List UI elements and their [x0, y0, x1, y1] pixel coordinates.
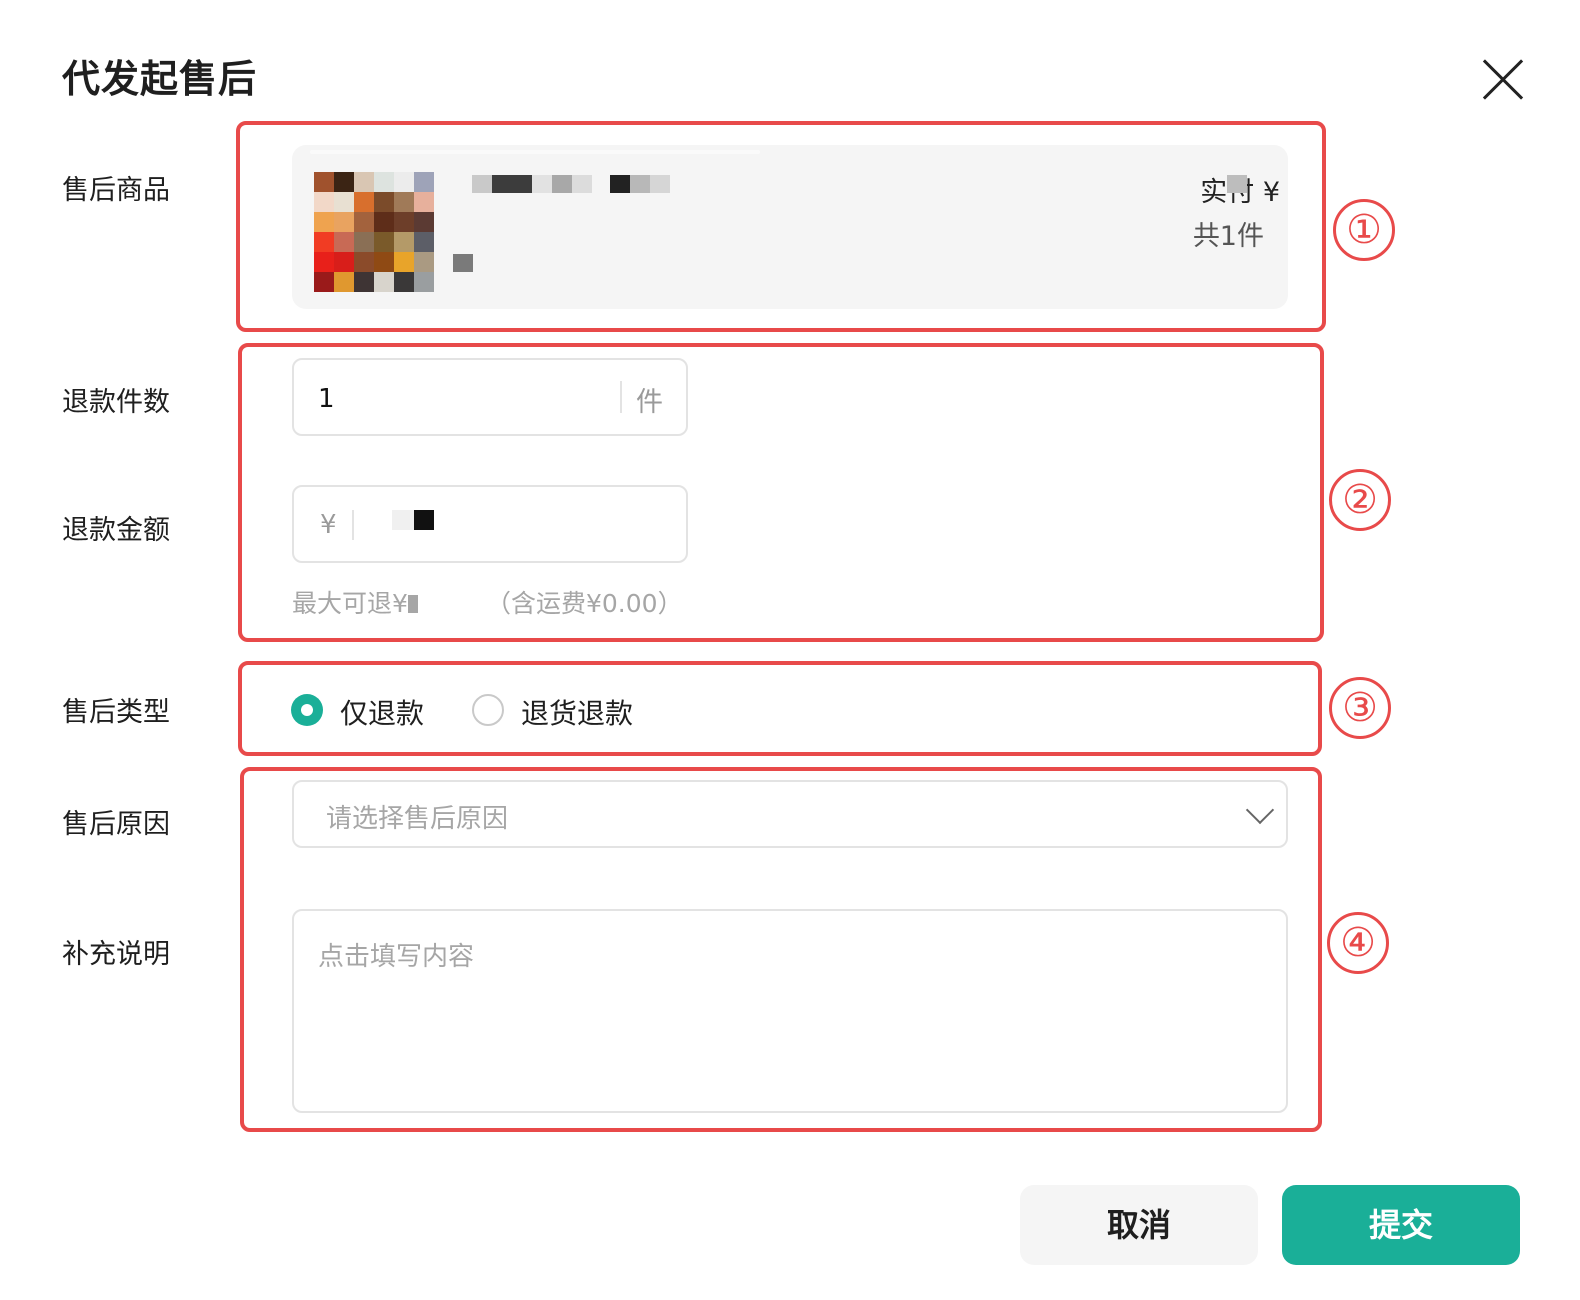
- label-refund-qty: 退款件数: [62, 387, 170, 418]
- dialog-title: 代发起售后: [62, 57, 258, 101]
- annotation-number-1: ①: [1333, 199, 1395, 261]
- submit-button[interactable]: 提交: [1282, 1185, 1520, 1265]
- label-note: 补充说明: [62, 939, 170, 970]
- annotation-box-2: [238, 343, 1324, 642]
- label-after-sale-type: 售后类型: [62, 697, 170, 728]
- annotation-box-4: [240, 767, 1322, 1132]
- annotation-box-3: [238, 661, 1322, 756]
- label-after-sale-reason: 售后原因: [62, 809, 170, 840]
- annotation-number-3: ③: [1329, 677, 1391, 739]
- label-refund-amount: 退款金额: [62, 515, 170, 546]
- annotation-number-4: ④: [1327, 912, 1389, 974]
- annotation-number-2: ②: [1329, 469, 1391, 531]
- cancel-button[interactable]: 取消: [1020, 1185, 1258, 1265]
- annotation-box-1: [236, 121, 1326, 332]
- label-product: 售后商品: [62, 175, 170, 206]
- close-icon[interactable]: [1480, 56, 1526, 102]
